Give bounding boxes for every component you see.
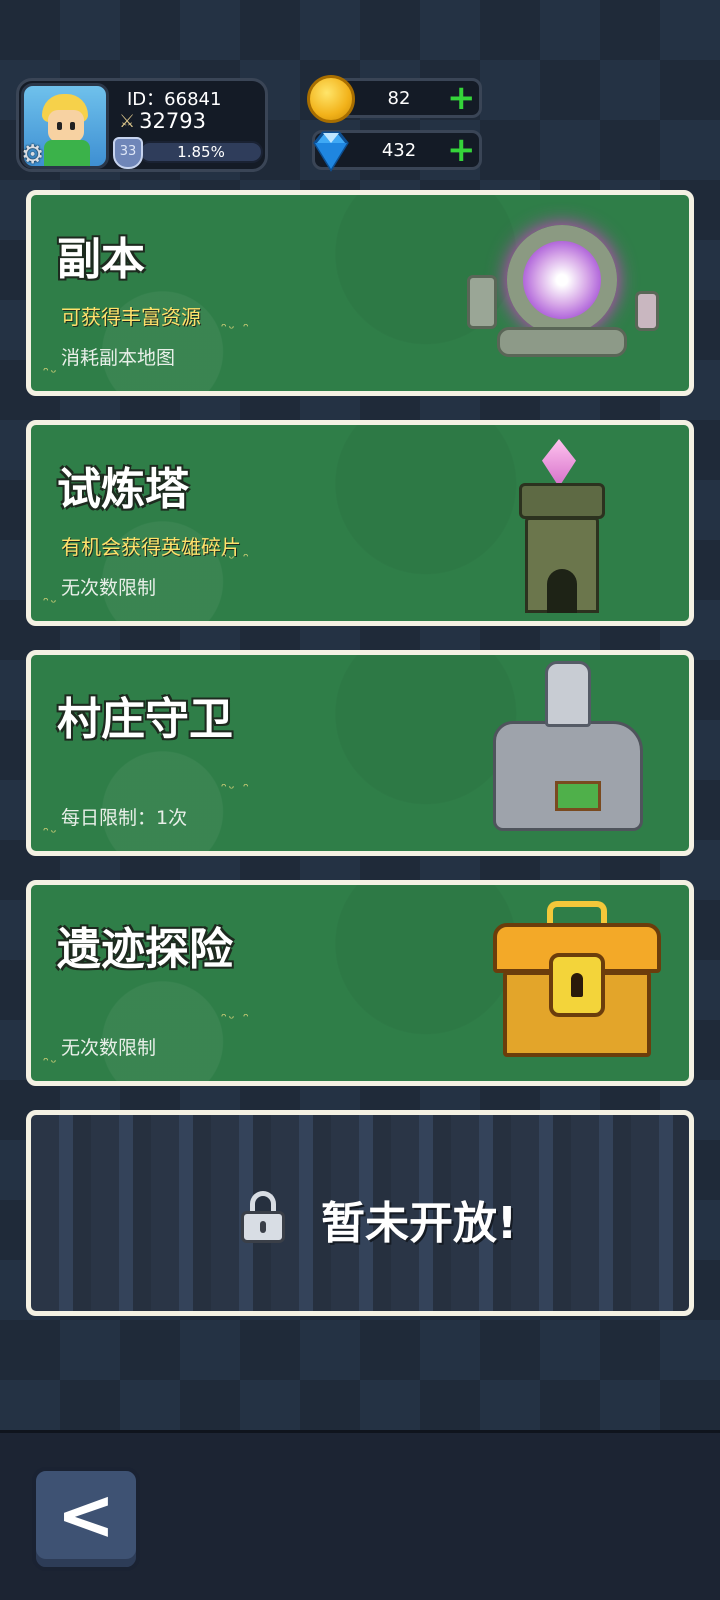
- locked-mode-card[interactable]: 暂未开放!: [26, 1110, 694, 1316]
- grass-decoration: ᵔᵕ ᵔ: [221, 1011, 251, 1027]
- gem-currency: 432 +: [312, 130, 482, 172]
- back-button[interactable]: <: [32, 1467, 140, 1571]
- sword-icon: ⚔: [119, 110, 136, 132]
- diamond-gem-icon: [313, 131, 349, 172]
- grass-decoration: ᵔᵕ: [43, 825, 59, 841]
- avatar-body: [44, 140, 90, 166]
- lock-icon: [241, 1191, 285, 1243]
- gold-currency: 82 +: [307, 75, 482, 123]
- avatar-eye: [57, 122, 62, 130]
- mode-description: 可获得丰富资源: [61, 305, 201, 329]
- mode-description: 有机会获得英雄碎片: [61, 535, 241, 559]
- back-arrow-icon: <: [56, 1474, 116, 1556]
- locked-message: 暂未开放!: [321, 1198, 518, 1249]
- grass-decoration: ᵔᵕ ᵔ: [221, 551, 251, 567]
- mode-limit: 消耗副本地图: [61, 347, 176, 369]
- grass-decoration: ᵔᵕ ᵔ: [221, 321, 251, 337]
- mode-card-trial-tower[interactable]: 试炼塔 有机会获得英雄碎片 无次数限制 ᵔᵕ ᵔ ᵔᵕ: [26, 420, 694, 626]
- gold-amount: 82: [387, 88, 411, 109]
- mode-title: 副本: [57, 234, 145, 285]
- avatar-eye: [70, 122, 75, 130]
- gem-amount: 432: [381, 140, 417, 161]
- bottom-bar: <: [0, 1430, 720, 1600]
- grass-decoration: ᵔᵕ: [43, 595, 59, 611]
- mode-title: 遗迹探险: [57, 924, 233, 975]
- exp-bar: 1.85%: [139, 141, 263, 163]
- grass-decoration: ᵔᵕ: [43, 1055, 59, 1071]
- grass-decoration: ᵔᵕ ᵔ: [221, 781, 251, 797]
- mode-title: 试炼塔: [57, 464, 189, 515]
- mode-limit: 无次数限制: [61, 1037, 157, 1059]
- treasure-chest-icon: [487, 901, 667, 1071]
- player-profile-panel[interactable]: ⚙ ID：66841 ⚔ 32793 1.85% 33: [16, 78, 268, 172]
- combat-power: 32793: [139, 109, 206, 133]
- power-row: ⚔ 32793: [119, 109, 206, 133]
- level-shield-icon: 33: [113, 137, 143, 169]
- add-gold-button[interactable]: +: [447, 81, 476, 115]
- player-id: ID：66841: [127, 89, 222, 110]
- mode-card-village-guard[interactable]: 村庄守卫 每日限制：1次 ᵔᵕ ᵔ ᵔᵕ: [26, 650, 694, 856]
- mode-limit: 每日限制：1次: [61, 807, 188, 829]
- portal-icon: [467, 215, 659, 375]
- gold-coin-icon: [307, 75, 355, 123]
- mode-title: 村庄守卫: [57, 694, 233, 745]
- tower-icon: [507, 439, 617, 615]
- grass-decoration: ᵔᵕ: [43, 365, 59, 381]
- add-gems-button[interactable]: +: [447, 133, 476, 167]
- mode-card-dungeon[interactable]: 副本 可获得丰富资源 消耗副本地图 ᵔᵕ ᵔ ᵔᵕ: [26, 190, 694, 396]
- avatar-face: [48, 110, 84, 142]
- mode-limit: 无次数限制: [61, 577, 157, 599]
- mode-card-ruins-exploration[interactable]: 遗迹探险 无次数限制 ᵔᵕ ᵔ ᵔᵕ: [26, 880, 694, 1086]
- statue-icon: [483, 661, 653, 851]
- settings-gear-icon[interactable]: ⚙: [21, 141, 49, 169]
